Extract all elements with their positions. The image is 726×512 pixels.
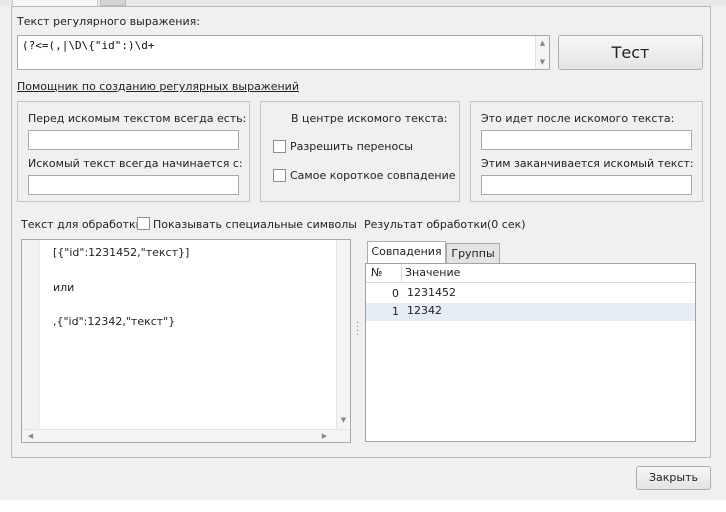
background-window-edge <box>0 500 726 512</box>
shortest-match-label[interactable]: Самое короткое совпадение <box>290 169 456 182</box>
show-special-chars-checkbox[interactable] <box>137 217 150 230</box>
allow-linebreaks-label[interactable]: Разрешить переносы <box>290 140 413 153</box>
matches-table: № Значение 0 1231452 1 12342 <box>365 263 696 442</box>
regex-helper-link[interactable]: Помощник по созданию регулярных выражени… <box>17 80 299 93</box>
table-header: № Значение <box>366 264 695 283</box>
table-row[interactable]: 0 1231452 <box>366 285 695 303</box>
regex-value[interactable]: (?<=(,|\D\{"id":)\d+ <box>22 39 154 52</box>
tab-groups[interactable]: Группы <box>446 243 500 263</box>
editor-gutter <box>22 240 40 430</box>
scroll-up-arrow-icon[interactable]: ▲ <box>536 38 549 48</box>
scroll-down-arrow-icon[interactable]: ▼ <box>536 57 549 67</box>
row-value: 12342 <box>407 304 442 317</box>
row-index: 0 <box>392 287 399 300</box>
result-label: Результат обработки <box>364 218 488 231</box>
source-text-label: Текст для обработки <box>21 218 143 231</box>
source-line-3[interactable]: ,{"id":12342,"текст"} <box>53 315 175 328</box>
editor-hscrollbar[interactable]: ◀ ▶ <box>22 429 350 442</box>
tab-matches[interactable]: Совпадения <box>367 241 446 264</box>
starts-with-input[interactable] <box>28 175 239 195</box>
close-button[interactable]: Закрыть <box>636 466 711 490</box>
column-header-value[interactable]: Значение <box>405 266 460 279</box>
shortest-match-checkbox[interactable] <box>273 169 286 182</box>
starts-with-label: Искомый текст всегда начинается с: <box>28 157 243 170</box>
ends-with-input[interactable] <box>481 175 692 195</box>
table-row[interactable]: 1 12342 <box>366 303 695 321</box>
regex-scrollbar[interactable]: ▲ ▼ <box>535 36 549 69</box>
middle-text-title: В центре искомого текста: <box>291 112 448 125</box>
ends-with-label: Этим заканчивается искомый текст: <box>481 157 694 170</box>
before-text-input[interactable] <box>28 130 239 150</box>
splitter-grip-icon[interactable]: · · · · <box>356 319 360 341</box>
source-line-1[interactable]: [{"id":1231452,"текст}] <box>53 246 189 259</box>
scroll-right-arrow-icon[interactable]: ▶ <box>318 431 331 441</box>
column-divider <box>401 264 402 283</box>
editor-vscrollbar[interactable]: ▼ <box>336 240 350 430</box>
scroll-left-arrow-icon[interactable]: ◀ <box>24 431 37 441</box>
row-value: 1231452 <box>407 286 456 299</box>
allow-linebreaks-checkbox[interactable] <box>273 140 286 153</box>
after-text-label: Это идет после искомого текста: <box>481 112 675 125</box>
after-text-input[interactable] <box>481 130 692 150</box>
before-text-label: Перед искомым текстом всегда есть: <box>28 112 247 125</box>
show-special-chars-label[interactable]: Показывать специальные символы <box>153 218 357 231</box>
source-line-2[interactable]: или <box>53 281 74 294</box>
source-text-editor[interactable]: [{"id":1231452,"текст}] или ,{"id":12342… <box>21 239 351 443</box>
row-index: 1 <box>392 305 399 318</box>
regex-label: Текст регулярного выражения: <box>17 15 200 28</box>
test-button[interactable]: Тест <box>558 35 703 70</box>
regex-input[interactable]: (?<=(,|\D\{"id":)\d+ ▲ ▼ <box>17 35 550 70</box>
result-time: (0 сек) <box>487 218 526 231</box>
scroll-down-arrow-icon[interactable]: ▼ <box>337 415 350 425</box>
column-header-number[interactable]: № <box>371 266 382 279</box>
